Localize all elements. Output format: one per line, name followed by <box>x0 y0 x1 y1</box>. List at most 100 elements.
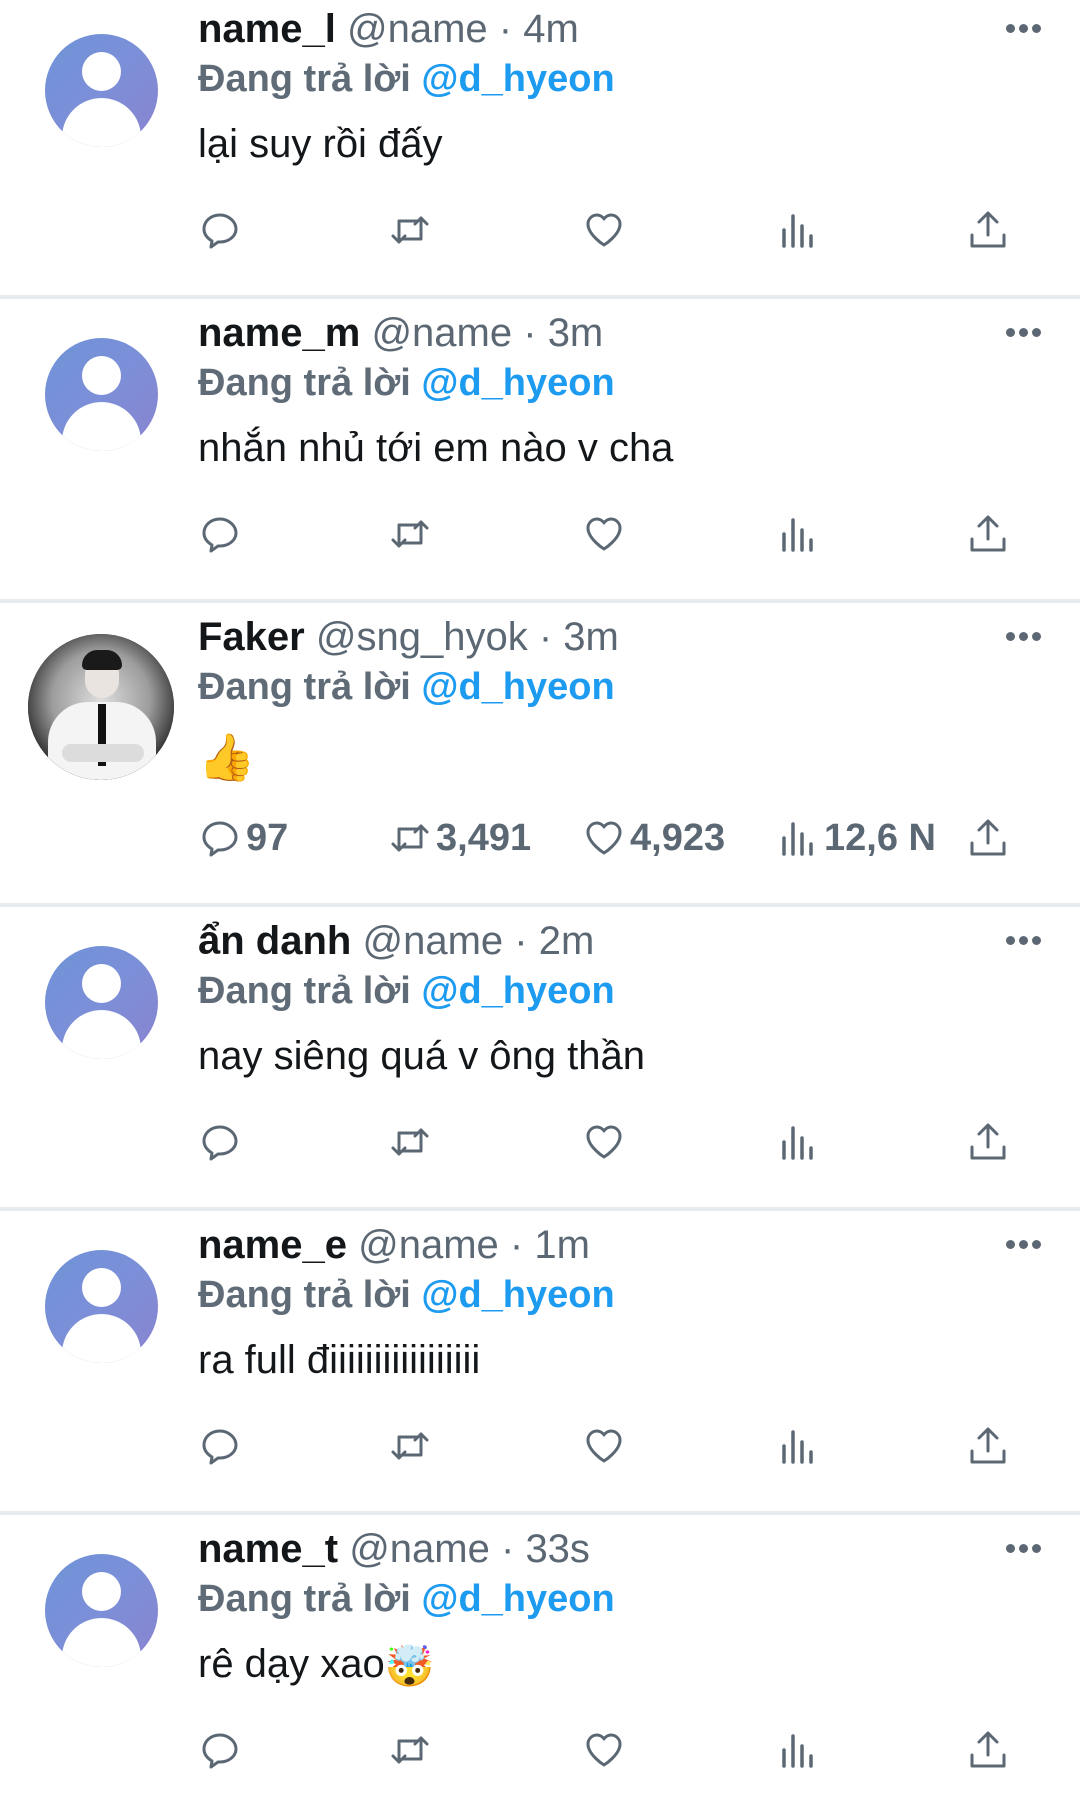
separator: · <box>500 1527 515 1571</box>
like-button[interactable] <box>582 206 626 254</box>
share-button[interactable] <box>966 510 1010 558</box>
like-button[interactable] <box>582 510 626 558</box>
user-name[interactable]: name_l <box>198 7 336 51</box>
reply-button[interactable]: 97 <box>198 814 288 862</box>
mention-link[interactable]: @d_hyeon <box>421 1274 614 1316</box>
timestamp[interactable]: 3m <box>563 615 619 659</box>
tweet-text: rê dạy xao <box>198 1642 385 1686</box>
retweet-icon <box>391 520 429 548</box>
user-name[interactable]: ẩn danh <box>198 919 351 963</box>
replying-to: Đang trả lời @d_hyeon <box>198 1274 615 1317</box>
action-bar <box>0 1118 1080 1166</box>
timestamp[interactable]: 33s <box>525 1527 590 1571</box>
timestamp[interactable]: 3m <box>548 311 604 355</box>
tweet[interactable]: ẩn danh @name · 2m Đang trả lời @d_hyeon… <box>0 912 1080 1211</box>
views-button[interactable] <box>776 510 820 558</box>
tweet[interactable]: name_e @name · 1m Đang trả lời @d_hyeon … <box>0 1216 1080 1515</box>
user-handle[interactable]: @name <box>349 1527 490 1571</box>
more-icon[interactable] <box>1006 1544 1042 1556</box>
reply-button[interactable] <box>198 1422 242 1470</box>
timestamp[interactable]: 1m <box>534 1223 590 1267</box>
views-button[interactable] <box>776 1726 820 1774</box>
mention-link[interactable]: @d_hyeon <box>421 58 614 100</box>
user-handle[interactable]: @name <box>362 919 503 963</box>
share-button[interactable] <box>966 1422 1010 1470</box>
more-icon[interactable] <box>1006 1240 1042 1252</box>
user-handle[interactable]: @name <box>358 1223 499 1267</box>
exploding-head-emoji: 🤯 <box>384 1644 435 1689</box>
tweet[interactable]: name_t @name · 33s Đang trả lời @d_hyeon… <box>0 1520 1080 1819</box>
views-icon <box>782 1734 813 1768</box>
separator: · <box>514 919 528 963</box>
user-name[interactable]: name_m <box>198 311 360 355</box>
views-button[interactable] <box>776 1118 820 1166</box>
like-button[interactable] <box>582 1726 626 1774</box>
share-button[interactable] <box>966 1118 1010 1166</box>
share-icon <box>970 1427 1006 1464</box>
more-icon[interactable] <box>1006 632 1042 644</box>
share-icon <box>970 1123 1006 1160</box>
avatar[interactable] <box>45 946 158 1059</box>
user-handle[interactable]: @name <box>371 311 512 355</box>
views-icon <box>782 518 813 552</box>
mention-link[interactable]: @d_hyeon <box>421 362 614 404</box>
user-name[interactable]: name_e <box>198 1223 347 1267</box>
avatar[interactable] <box>45 1554 158 1667</box>
tweet[interactable]: Faker @sng_hyok · 3m Đang trả lời @d_hye… <box>0 608 1080 907</box>
reply-button[interactable] <box>198 206 242 254</box>
action-bar <box>0 206 1080 254</box>
user-handle[interactable]: @sng_hyok <box>316 615 528 659</box>
retweet-button[interactable] <box>388 206 432 254</box>
timestamp[interactable]: 4m <box>523 7 579 51</box>
avatar[interactable] <box>45 34 158 147</box>
mention-link[interactable]: @d_hyeon <box>421 970 614 1012</box>
share-button[interactable] <box>966 206 1010 254</box>
avatar-photo[interactable] <box>28 634 174 780</box>
retweet-icon <box>391 216 429 244</box>
reply-button[interactable] <box>198 1726 242 1774</box>
tweet-text: nay siêng quá v ông thần <box>198 1034 646 1078</box>
like-button[interactable]: 4,923 <box>582 814 725 862</box>
replying-label: Đang trả lời <box>198 1578 411 1620</box>
avatar[interactable] <box>45 338 158 451</box>
view-count: 12,6 N <box>824 816 936 859</box>
retweet-button[interactable] <box>388 1422 432 1470</box>
retweet-button[interactable] <box>388 1118 432 1166</box>
like-icon <box>586 821 622 855</box>
replying-label: Đang trả lời <box>198 58 411 100</box>
like-button[interactable] <box>582 1118 626 1166</box>
reply-icon <box>202 213 238 249</box>
action-bar: 97 3,491 4,923 12,6 N <box>0 814 1080 862</box>
like-button[interactable] <box>582 1422 626 1470</box>
views-button[interactable] <box>776 1422 820 1470</box>
reply-icon <box>202 517 238 553</box>
reply-icon <box>202 1125 238 1161</box>
tweet[interactable]: name_m @name · 3m Đang trả lời @d_hyeon … <box>0 304 1080 603</box>
share-button[interactable] <box>966 814 1010 862</box>
user-name[interactable]: name_t <box>198 1527 338 1571</box>
retweet-count: 3,491 <box>436 816 532 859</box>
retweet-button[interactable] <box>388 510 432 558</box>
replying-to: Đang trả lời @d_hyeon <box>198 666 615 709</box>
reply-button[interactable] <box>198 1118 242 1166</box>
tweet[interactable]: name_l @name · 4m Đang trả lời @d_hyeon … <box>0 0 1080 299</box>
more-icon[interactable] <box>1006 24 1042 36</box>
mention-link[interactable]: @d_hyeon <box>421 666 614 708</box>
share-button[interactable] <box>966 1726 1010 1774</box>
views-button[interactable] <box>776 206 820 254</box>
avatar[interactable] <box>45 1250 158 1363</box>
timestamp[interactable]: 2m <box>539 919 595 963</box>
user-name[interactable]: Faker <box>198 615 305 659</box>
reply-icon <box>202 821 238 857</box>
retweet-button[interactable]: 3,491 <box>388 814 531 862</box>
mention-link[interactable]: @d_hyeon <box>421 1578 614 1620</box>
separator: · <box>509 1223 524 1267</box>
retweet-button[interactable] <box>388 1726 432 1774</box>
more-icon[interactable] <box>1006 328 1042 340</box>
views-button[interactable]: 12,6 N <box>776 814 936 862</box>
reply-button[interactable] <box>198 510 242 558</box>
more-icon[interactable] <box>1006 936 1042 948</box>
user-handle[interactable]: @name <box>347 7 488 51</box>
like-icon <box>586 1733 622 1767</box>
action-bar <box>0 1422 1080 1470</box>
